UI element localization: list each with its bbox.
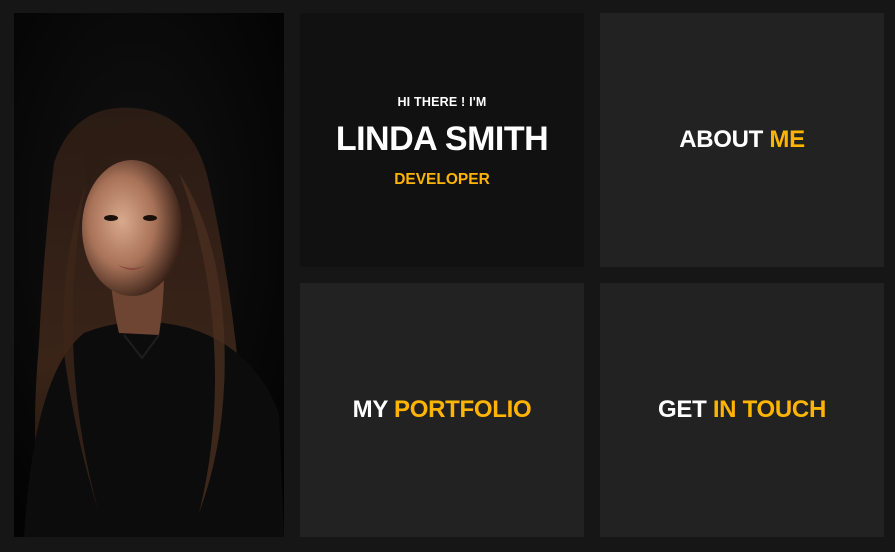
- portfolio-label-accent: PORTFOLIO: [394, 396, 532, 423]
- my-portfolio-tile[interactable]: MY PORTFOLIO: [300, 283, 584, 537]
- get-in-touch-tile[interactable]: GET IN TOUCH: [600, 283, 884, 537]
- name-heading: LINDA SMITH: [335, 120, 549, 158]
- my-portfolio-label: MY PORTFOLIO: [353, 396, 532, 424]
- about-me-label: ABOUT ME: [679, 126, 805, 154]
- home-page: HI THERE ! I'M LINDA SMITH DEVELOPER ABO…: [0, 0, 895, 552]
- about-label-white: ABOUT: [679, 126, 770, 153]
- profile-photo: [14, 13, 284, 537]
- portrait-image: [14, 13, 284, 537]
- role-text: DEVELOPER: [394, 171, 490, 188]
- intro-panel: HI THERE ! I'M LINDA SMITH DEVELOPER: [300, 13, 584, 267]
- portfolio-label-white: MY: [352, 396, 395, 423]
- about-me-tile[interactable]: ABOUT ME: [600, 13, 884, 267]
- greeting-text: HI THERE ! I'M: [397, 95, 487, 109]
- contact-label-accent: IN TOUCH: [712, 396, 826, 423]
- contact-label-white: GET: [658, 396, 713, 423]
- about-label-accent: ME: [769, 126, 805, 153]
- get-in-touch-label: GET IN TOUCH: [658, 396, 826, 424]
